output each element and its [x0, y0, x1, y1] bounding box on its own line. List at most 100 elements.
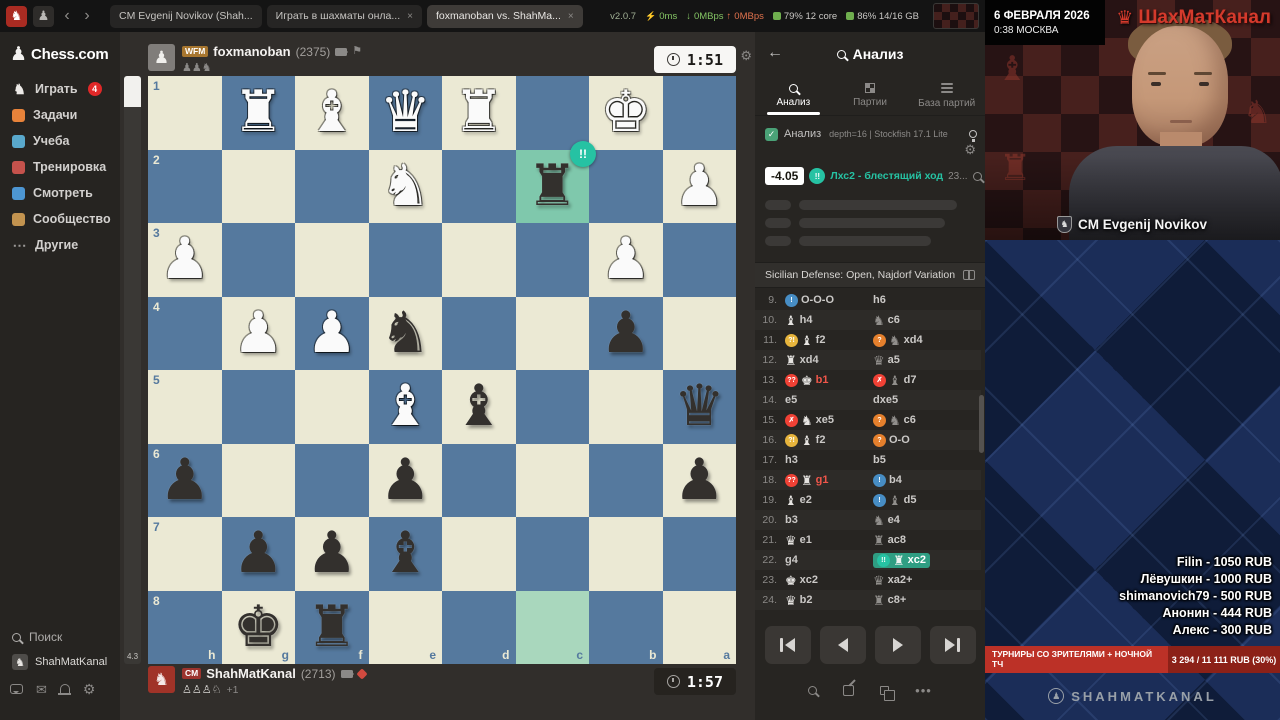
- black-piece-e7[interactable]: ♝: [369, 517, 443, 591]
- chat-bubble-icon[interactable]: [10, 684, 23, 694]
- move-black[interactable]: !! ♜ xc2: [873, 552, 961, 568]
- square-b4[interactable]: ♟: [589, 296, 663, 370]
- black-piece-f8[interactable]: ♜: [295, 591, 369, 665]
- move-white[interactable]: h3: [785, 454, 873, 466]
- square-f4[interactable]: ♟: [295, 296, 369, 370]
- more-options-icon[interactable]: •••: [915, 684, 932, 697]
- previous-move-button[interactable]: [819, 626, 866, 664]
- white-piece-e5[interactable]: ♝: [369, 370, 443, 444]
- edit-board-icon[interactable]: [843, 684, 855, 696]
- video-icon[interactable]: [340, 669, 354, 678]
- square-g8[interactable]: g ♚: [221, 590, 295, 664]
- move-list-scrollbar[interactable]: [979, 290, 984, 610]
- move-black[interactable]: ? O-O: [873, 433, 961, 447]
- square-b2[interactable]: [589, 149, 663, 223]
- move-white[interactable]: ♛ e1: [785, 534, 873, 547]
- move-black[interactable]: ? ♞ c6: [873, 413, 961, 427]
- square-h1[interactable]: 1: [148, 76, 222, 150]
- square-h5[interactable]: 5: [148, 370, 222, 444]
- board-settings-icon[interactable]: ⚙: [740, 48, 752, 64]
- move-black[interactable]: ? ♞ xd4: [873, 333, 961, 347]
- square-d4[interactable]: [442, 296, 516, 370]
- player-name[interactable]: ShahMatKanal: [206, 666, 296, 681]
- square-b3[interactable]: ♟: [589, 223, 663, 297]
- square-c2[interactable]: ♜!!: [515, 140, 596, 223]
- opening-row[interactable]: Sicilian Defense: Open, Najdorf Variatio…: [755, 262, 985, 288]
- move-black[interactable]: ♞ c6: [873, 314, 961, 327]
- browser-tab[interactable]: foxmanoban vs. ShahMa... ×: [426, 4, 583, 28]
- sidebar-search[interactable]: Поиск: [12, 630, 62, 644]
- square-e8[interactable]: e: [368, 590, 442, 664]
- video-icon[interactable]: [335, 47, 349, 56]
- square-f2[interactable]: [295, 149, 369, 223]
- square-c1[interactable]: [515, 76, 589, 150]
- white-piece-e2[interactable]: ♞: [369, 150, 443, 224]
- sidebar-item[interactable]: Задачи: [0, 102, 120, 128]
- move-black[interactable]: dxe5: [873, 394, 961, 406]
- move-black[interactable]: ! b4: [873, 473, 961, 487]
- square-d7[interactable]: [442, 517, 516, 591]
- square-c4[interactable]: [515, 296, 589, 370]
- chesscom-logo[interactable]: ♟ Chess.com: [0, 32, 120, 72]
- square-f1[interactable]: ♝: [295, 76, 369, 150]
- notifications-bell-icon[interactable]: [57, 683, 71, 695]
- browser-tab[interactable]: Играть в шахматы онла... ×: [266, 4, 422, 28]
- move-white[interactable]: ♚ xc2: [785, 574, 873, 587]
- black-piece-g7[interactable]: ♟: [222, 517, 296, 591]
- white-piece-f1[interactable]: ♝: [295, 76, 369, 150]
- square-a6[interactable]: ♟: [662, 443, 737, 518]
- square-d8[interactable]: d: [442, 590, 516, 664]
- square-g1[interactable]: ♜: [221, 76, 296, 150]
- square-g2[interactable]: [221, 149, 295, 223]
- square-f7[interactable]: ♟: [295, 517, 369, 591]
- square-a5[interactable]: ♛: [662, 370, 736, 444]
- move-white[interactable]: ♝ h4: [785, 314, 873, 327]
- white-piece-g4[interactable]: ♟: [222, 297, 296, 371]
- black-piece-h6[interactable]: ♟: [148, 444, 222, 518]
- last-move-button[interactable]: [929, 626, 976, 664]
- tab-board[interactable]: Партии: [832, 76, 909, 115]
- engine-settings-icon[interactable]: ⚙: [964, 142, 976, 158]
- white-piece-h3[interactable]: ♟: [148, 223, 222, 297]
- sidebar-item[interactable]: Смотреть: [0, 180, 120, 206]
- move-black[interactable]: ♛ xa2+: [873, 574, 961, 587]
- lightbulb-icon[interactable]: [969, 130, 977, 142]
- white-piece-d1[interactable]: ♜: [442, 76, 516, 150]
- move-black[interactable]: ! ♝ d5: [873, 493, 961, 507]
- black-piece-d5[interactable]: ♝: [442, 370, 516, 444]
- black-piece-e6[interactable]: ♟: [369, 444, 443, 518]
- square-d2[interactable]: [442, 149, 516, 223]
- square-e4[interactable]: ♞: [368, 296, 442, 370]
- tab-close-icon[interactable]: ×: [407, 11, 413, 22]
- move-white[interactable]: b3: [785, 514, 873, 526]
- move-white[interactable]: ?? ♜ g1: [785, 473, 873, 487]
- tab-close-icon[interactable]: ×: [568, 11, 574, 22]
- tab-database[interactable]: База партий: [908, 76, 985, 115]
- move-black[interactable]: ♛ a5: [873, 354, 961, 367]
- square-e3[interactable]: [368, 223, 442, 297]
- move-white[interactable]: ✗ ♞ xe5: [785, 413, 873, 427]
- share-layers-icon[interactable]: [880, 685, 896, 701]
- square-b5[interactable]: [589, 370, 663, 444]
- sidebar-item[interactable]: Сообщество: [0, 206, 120, 232]
- white-piece-g1[interactable]: ♜: [222, 76, 296, 150]
- black-piece-a6[interactable]: ♟: [663, 444, 737, 518]
- move-black[interactable]: ♜ ac8: [873, 534, 961, 547]
- scrollbar-thumb[interactable]: [979, 395, 984, 453]
- move-white[interactable]: ♛ b2: [785, 594, 873, 607]
- inspect-icon[interactable]: [972, 171, 982, 181]
- square-f6[interactable]: [295, 443, 369, 517]
- back-nav-icon[interactable]: ‹: [60, 8, 74, 24]
- square-e2[interactable]: ♞: [368, 149, 443, 224]
- square-a2[interactable]: ♟: [662, 149, 737, 224]
- explore-icon[interactable]: [808, 685, 818, 695]
- move-black[interactable]: h6: [873, 294, 961, 306]
- stream-preview-thumbnail[interactable]: [933, 3, 979, 29]
- white-piece-a2[interactable]: ♟: [663, 150, 737, 224]
- next-move-button[interactable]: [874, 626, 921, 664]
- flag-icon[interactable]: ⚑: [352, 46, 362, 57]
- black-piece-f7[interactable]: ♟: [295, 517, 369, 591]
- square-g3[interactable]: [221, 223, 295, 297]
- move-black[interactable]: ♞ e4: [873, 514, 961, 527]
- square-f8[interactable]: f ♜: [295, 590, 369, 665]
